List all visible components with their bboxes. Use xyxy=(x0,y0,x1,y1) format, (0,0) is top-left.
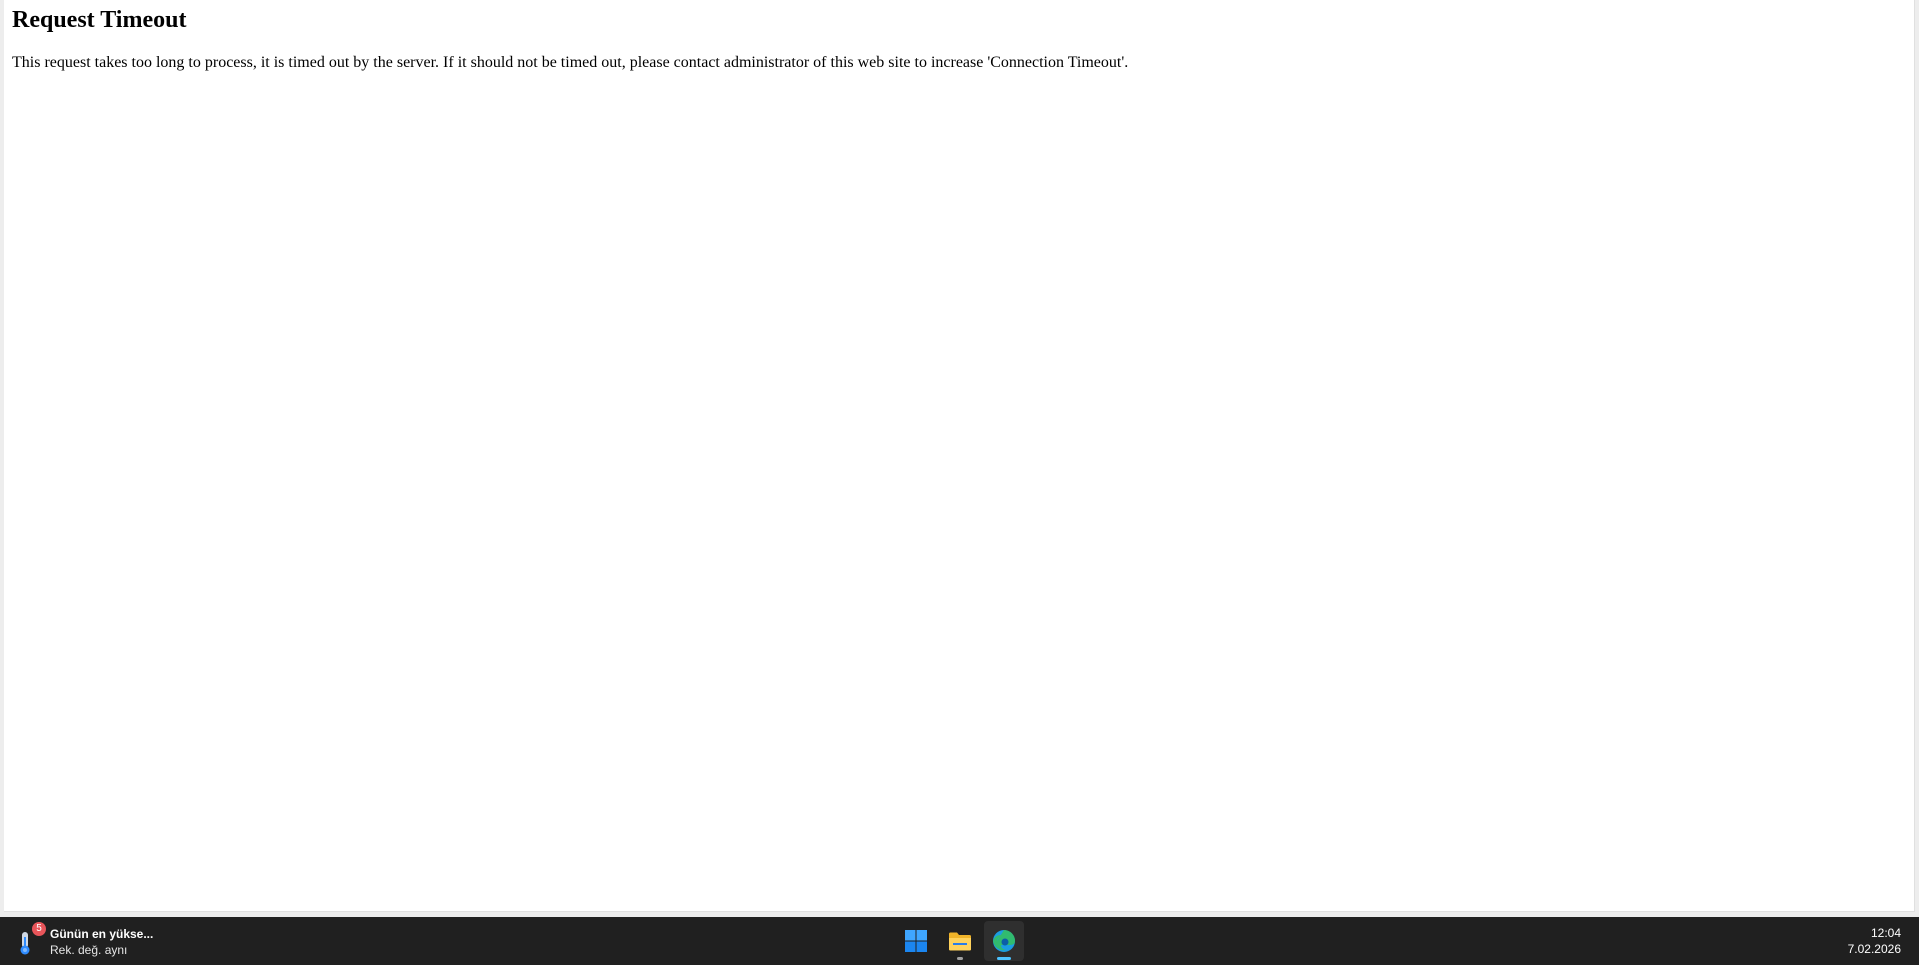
weather-widget[interactable]: 5 Günün en yükse... Rek. değ. aynı xyxy=(16,922,156,959)
folder-icon xyxy=(949,932,971,951)
page-title: Request Timeout xyxy=(12,7,187,33)
file-explorer-button[interactable] xyxy=(940,921,980,961)
system-clock[interactable]: 12:04 7.02.2026 xyxy=(1848,925,1901,957)
clock-time: 12:04 xyxy=(1870,926,1901,940)
edge-button[interactable] xyxy=(984,921,1024,961)
error-message: This request takes too long to process, … xyxy=(12,54,1129,71)
widget-subtitle: Rek. değ. aynı xyxy=(50,943,128,957)
running-indicator xyxy=(957,957,963,960)
clock-date: 7.02.2026 xyxy=(1847,942,1901,956)
active-indicator xyxy=(997,957,1011,960)
widget-title: Günün en yükse... xyxy=(50,927,154,941)
browser-viewport: Request Timeout This request takes too l… xyxy=(4,0,1915,912)
start-button[interactable] xyxy=(896,921,936,961)
edge-browser-icon xyxy=(993,930,1015,952)
taskbar: 5 Günün en yükse... Rek. değ. aynı 12:04… xyxy=(0,917,1919,965)
notification-badge: 5 xyxy=(32,922,46,936)
windows-logo-icon xyxy=(905,930,927,952)
